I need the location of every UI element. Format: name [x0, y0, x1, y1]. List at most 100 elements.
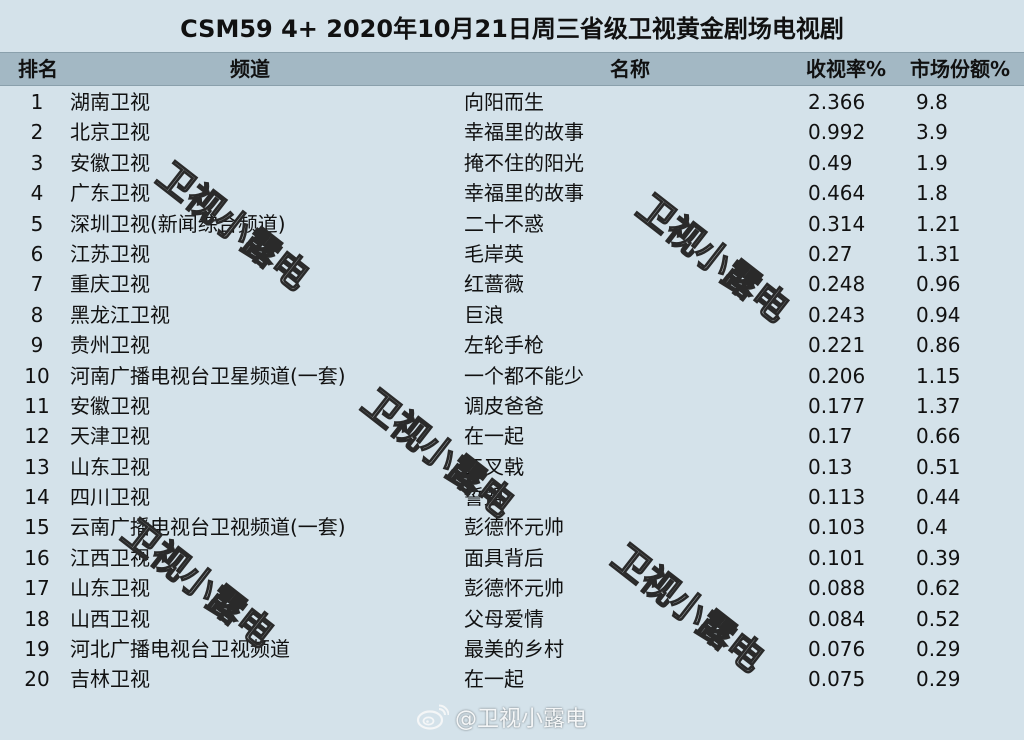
channel-cell: 河北广播电视台卫视频道	[70, 637, 290, 662]
name-cell: 最美的乡村	[464, 637, 564, 662]
channel-cell: 贵州卫视	[70, 333, 150, 358]
channel-cell: 江苏卫视	[70, 241, 150, 266]
header-rank: 排名	[18, 57, 58, 81]
rating-cell: 0.248	[808, 272, 866, 297]
name-cell: 在一起	[464, 667, 524, 692]
table-row: 11 安徽卫视 调皮爸爸 0.177 1.37	[0, 391, 1024, 421]
table-row: 5 深圳卫视(新闻综合频道) 二十不惑 0.314 1.21	[0, 209, 1024, 239]
share-cell: 0.94	[916, 302, 961, 327]
weibo-icon	[416, 704, 449, 730]
name-cell: 红蔷薇	[464, 272, 524, 297]
channel-cell: 天津卫视	[70, 424, 150, 449]
page-title: CSM59 4+ 2020年10月21日周三省级卫视黄金剧场电视剧	[180, 14, 844, 43]
rating-cell: 0.084	[808, 606, 866, 631]
table-row: 1 湖南卫视 向阳而生 2.366 9.8	[0, 87, 1024, 117]
share-cell: 1.37	[916, 393, 961, 418]
rating-cell: 0.464	[808, 181, 866, 206]
table-row: 17 山东卫视 彭德怀元帅 0.088 0.62	[0, 573, 1024, 603]
name-cell: 彭德怀元帅	[464, 515, 564, 540]
share-cell: 3.9	[916, 120, 948, 145]
rank-cell: 6	[30, 241, 44, 266]
name-cell: 在一起	[464, 424, 524, 449]
rating-cell: 0.49	[808, 150, 853, 175]
share-cell: 0.29	[916, 667, 961, 692]
rating-cell: 0.177	[808, 393, 866, 418]
share-cell: 0.51	[916, 454, 961, 479]
rank-cell: 18	[24, 606, 50, 631]
name-cell: 巨浪	[464, 302, 504, 327]
table-row: 12 天津卫视 在一起 0.17 0.66	[0, 421, 1024, 451]
channel-cell: 重庆卫视	[70, 272, 150, 297]
rating-cell: 0.243	[808, 302, 866, 327]
channel-cell: 黑龙江卫视	[70, 302, 170, 327]
rank-cell: 3	[30, 150, 44, 175]
rank-cell: 2	[30, 120, 44, 145]
table-row: 16 江西卫视 面具背后 0.101 0.39	[0, 543, 1024, 573]
table-row: 19 河北广播电视台卫视频道 最美的乡村 0.076 0.29	[0, 634, 1024, 664]
table-row: 3 安徽卫视 掩不住的阳光 0.49 1.9	[0, 148, 1024, 178]
rank-cell: 12	[24, 424, 50, 449]
table-row: 7 重庆卫视 红蔷薇 0.248 0.96	[0, 269, 1024, 299]
channel-cell: 云南广播电视台卫视频道(一套)	[70, 515, 346, 540]
rank-cell: 8	[30, 302, 44, 327]
name-cell: 面具背后	[464, 545, 544, 570]
rank-cell: 15	[24, 515, 50, 540]
share-cell: 1.9	[916, 150, 948, 175]
rank-cell: 7	[30, 272, 44, 297]
share-cell: 0.62	[916, 576, 961, 601]
credit: @卫视小露电	[415, 700, 587, 734]
channel-cell: 山东卫视	[70, 454, 150, 479]
table-body: 1 湖南卫视 向阳而生 2.366 9.8 2 北京卫视 幸福里的故事 0.992 3.9 3 安徽卫…	[0, 87, 1024, 695]
name-cell: 父母爱情	[464, 606, 544, 631]
table-row: 6 江苏卫视 毛岸英 0.27 1.31	[0, 239, 1024, 269]
credit-text: @卫视小露电	[455, 707, 588, 732]
table-row: 9 贵州卫视 左轮手枪 0.221 0.86	[0, 330, 1024, 360]
name-cell: 彭德怀元帅	[464, 576, 564, 601]
name-cell: 向阳而生	[464, 90, 544, 114]
name-cell: 幸福里的故事	[464, 181, 584, 206]
rank-cell: 11	[24, 393, 50, 418]
rating-cell: 0.206	[808, 363, 866, 388]
share-cell: 0.96	[916, 272, 961, 297]
rating-cell: 2.366	[808, 90, 866, 114]
share-cell: 0.29	[916, 637, 961, 662]
channel-cell: 四川卫视	[70, 485, 150, 510]
rank-cell: 9	[30, 333, 44, 358]
rank-cell: 19	[24, 637, 50, 662]
name-cell: 毛岸英	[464, 241, 524, 266]
rating-cell: 0.101	[808, 545, 866, 570]
rating-cell: 0.076	[808, 637, 866, 662]
channel-cell: 河南广播电视台卫星频道(一套)	[70, 363, 346, 388]
rank-cell: 20	[24, 667, 50, 692]
rating-cell: 0.088	[808, 576, 866, 601]
table-header: 排名 频道 名称 收视率% 市场份额%	[0, 52, 1024, 86]
rating-cell: 0.113	[808, 485, 866, 510]
share-cell: 0.86	[916, 333, 961, 358]
share-cell: 1.15	[916, 363, 961, 388]
rating-cell: 0.075	[808, 667, 866, 692]
name-cell: 二十不惑	[464, 211, 544, 236]
rating-cell: 0.221	[808, 333, 866, 358]
name-cell: 一个都不能少	[464, 363, 584, 388]
channel-cell: 安徽卫视	[70, 150, 150, 175]
name-cell: 掩不住的阳光	[464, 150, 584, 175]
rating-cell: 0.27	[808, 241, 853, 266]
rank-cell: 10	[24, 363, 50, 388]
share-cell: 0.66	[916, 424, 961, 449]
channel-cell: 吉林卫视	[70, 667, 150, 692]
share-cell: 0.52	[916, 606, 961, 631]
name-cell: 三叉戟	[464, 454, 524, 479]
share-cell: 0.44	[916, 485, 961, 510]
table-row: 4 广东卫视 幸福里的故事 0.464 1.8	[0, 178, 1024, 208]
rating-cell: 0.103	[808, 515, 866, 540]
header-channel: 频道	[230, 57, 270, 81]
channel-cell: 湖南卫视	[70, 90, 150, 114]
header-share: 市场份额%	[910, 57, 1011, 81]
rating-cell: 0.17	[808, 424, 853, 449]
table-row: 13 山东卫视 三叉戟 0.13 0.51	[0, 452, 1024, 482]
table-row: 10 河南广播电视台卫星频道(一套) 一个都不能少 0.206 1.15	[0, 361, 1024, 391]
rating-cell: 0.314	[808, 211, 866, 236]
channel-cell: 深圳卫视(新闻综合频道)	[70, 211, 286, 236]
name-cell: 誓盟	[464, 485, 504, 510]
channel-cell: 北京卫视	[70, 120, 150, 145]
